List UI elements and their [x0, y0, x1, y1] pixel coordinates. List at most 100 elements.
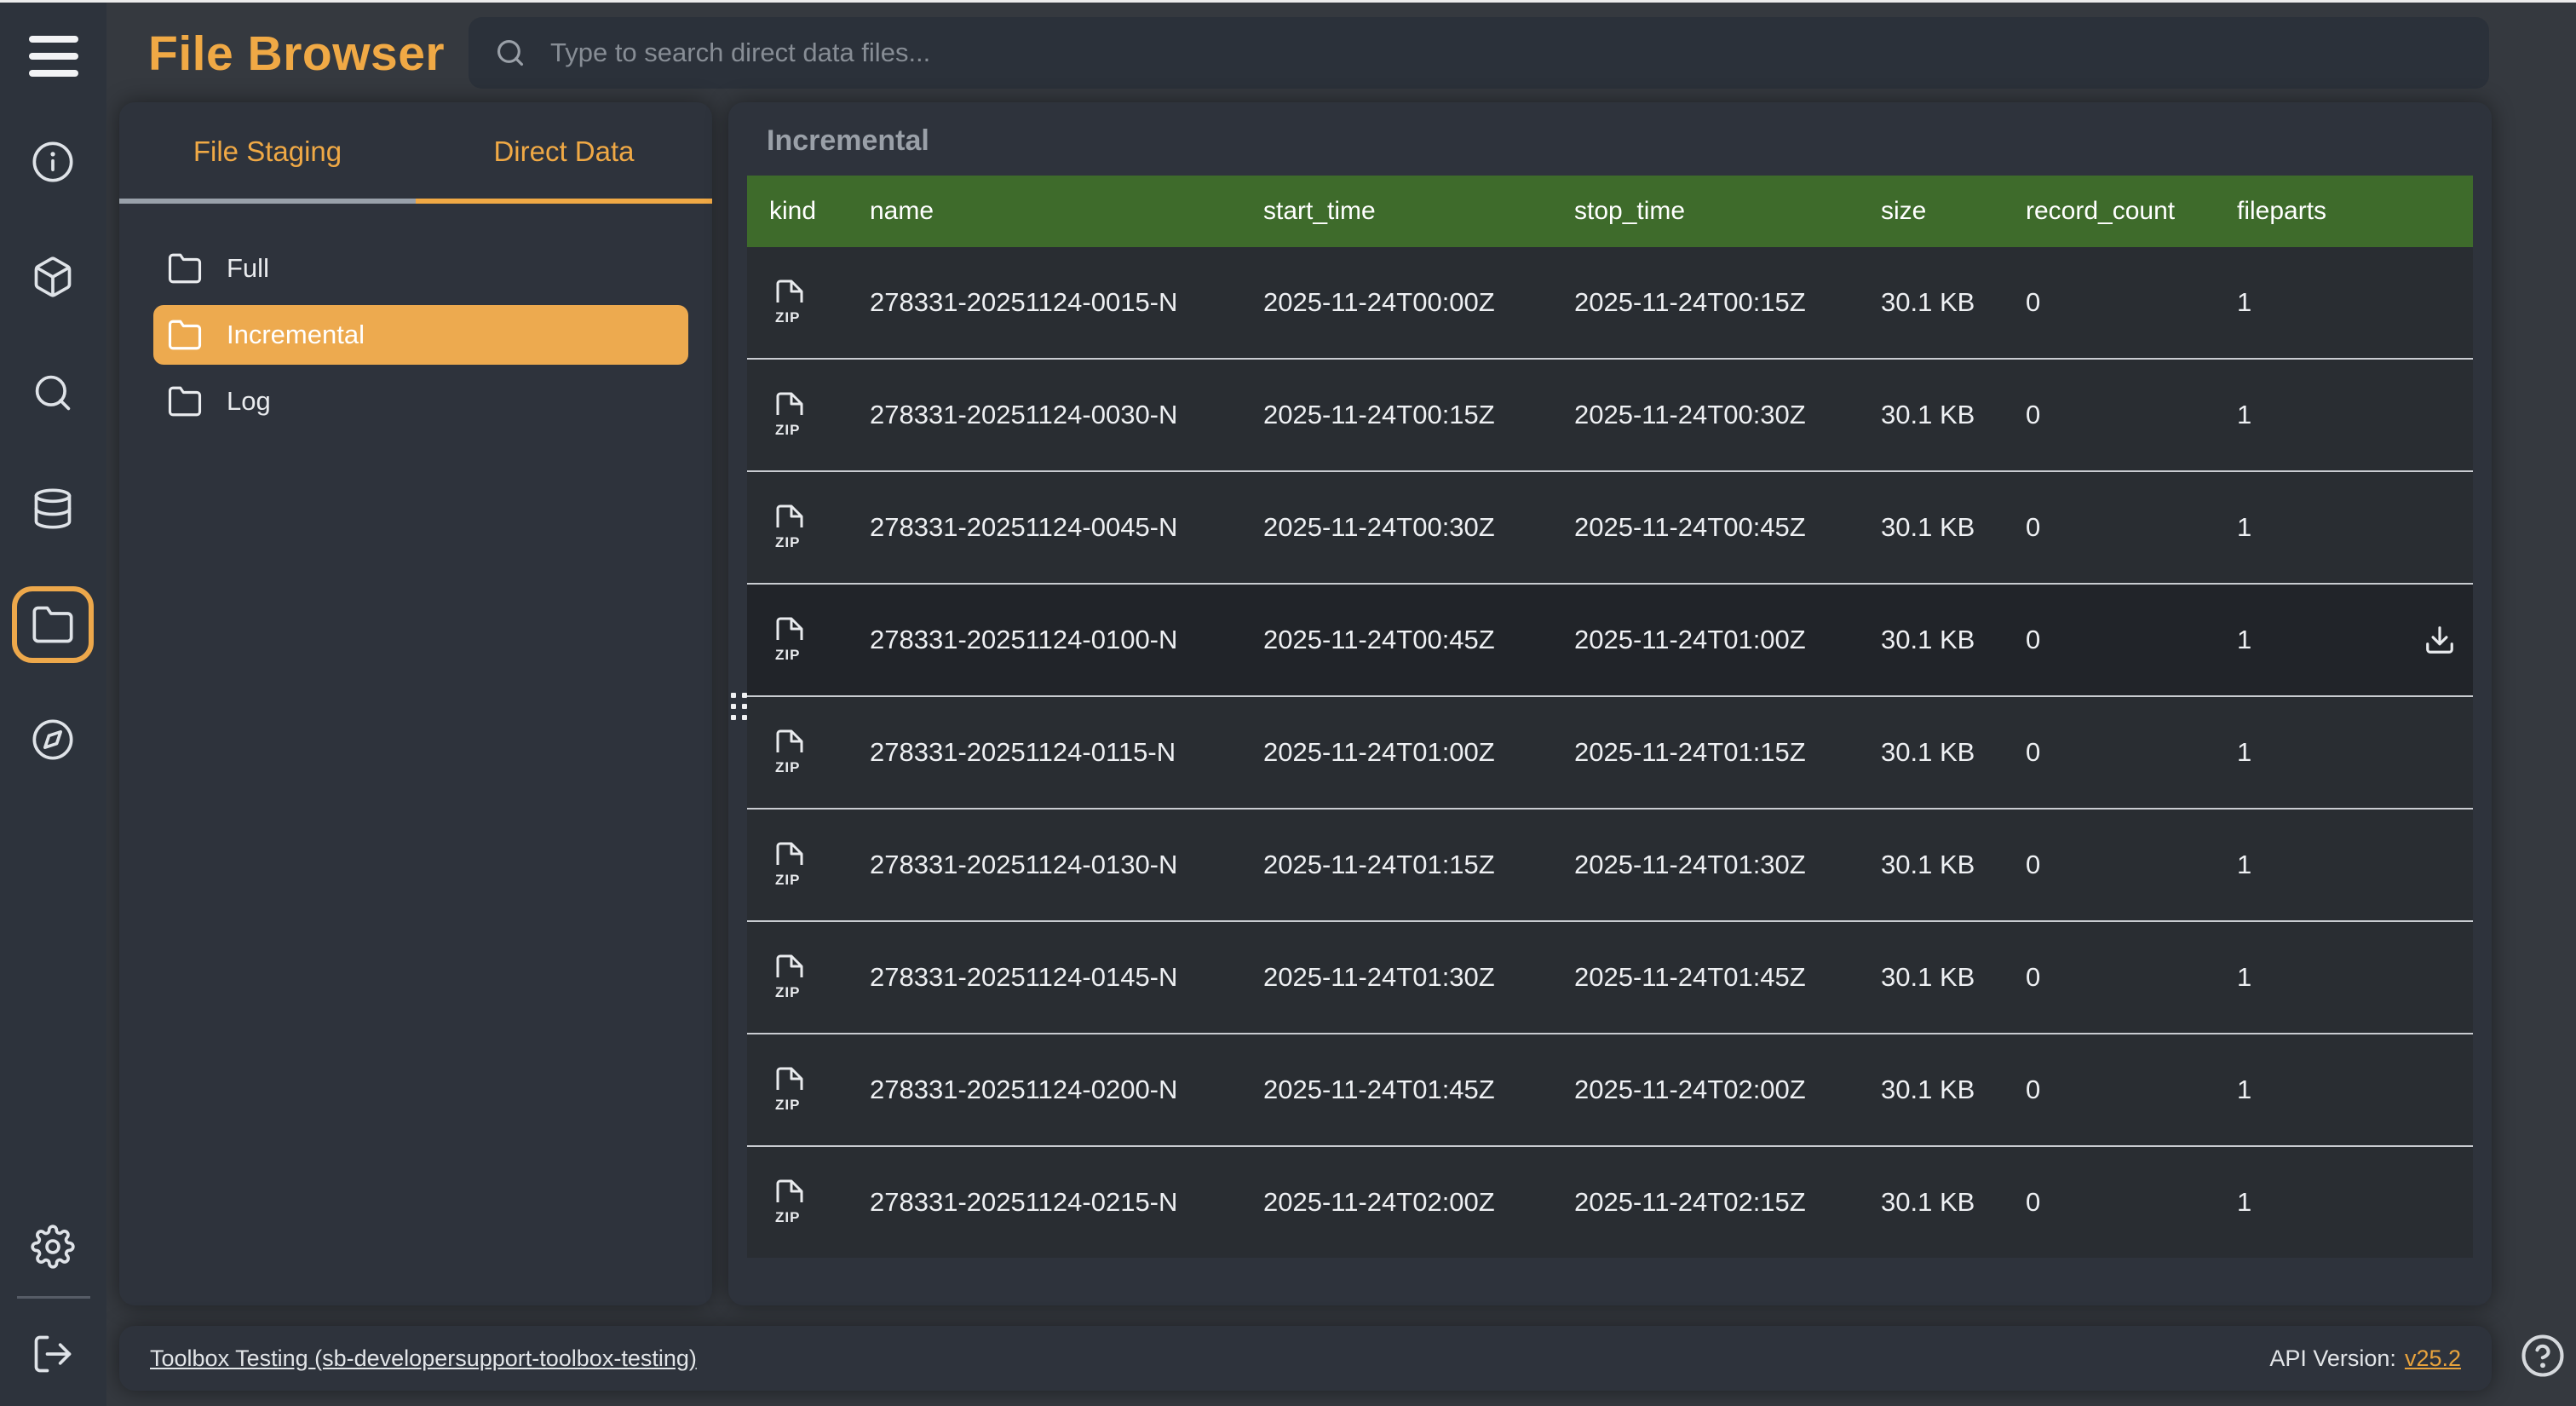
gear-icon[interactable] [31, 1224, 75, 1269]
tree-item-label: Full [227, 253, 269, 284]
tree-item[interactable]: Log [153, 372, 688, 431]
svg-text:ZIP: ZIP [775, 309, 800, 326]
svg-text:ZIP: ZIP [775, 422, 800, 438]
window-top-highlight [0, 0, 2576, 3]
folder-icon [167, 383, 203, 419]
stop-time-cell: 2025-11-24T00:45Z [1552, 512, 1859, 543]
table-row[interactable]: ZIP 278331-20251124-0215-N 2025-11-24T02… [747, 1145, 2473, 1258]
logout-icon[interactable] [31, 1332, 75, 1376]
table-row[interactable]: ZIP 278331-20251124-0030-N 2025-11-24T00… [747, 358, 2473, 470]
zip-file-icon: ZIP [769, 277, 810, 328]
record-count-cell: 0 [2004, 962, 2215, 993]
tree-item-label: Log [227, 386, 271, 417]
download-button[interactable] [2424, 624, 2456, 656]
actions-cell [2368, 286, 2473, 319]
fileparts-cell: 1 [2215, 962, 2368, 993]
table-row[interactable]: ZIP 278331-20251124-0100-N 2025-11-24T00… [747, 583, 2473, 695]
tab-file-staging[interactable]: File Staging [119, 102, 416, 201]
table-row[interactable]: ZIP 278331-20251124-0015-N 2025-11-24T00… [747, 247, 2473, 358]
zip-file-icon: ZIP [769, 1064, 810, 1115]
column-header-start_time[interactable]: start_time [1241, 197, 1552, 226]
fileparts-cell: 1 [2215, 1075, 2368, 1105]
start-time-cell: 2025-11-24T02:00Z [1241, 1187, 1552, 1218]
tree-item[interactable]: Incremental [153, 305, 688, 365]
zip-file-icon: ZIP [769, 389, 810, 441]
stop-time-cell: 2025-11-24T02:00Z [1552, 1075, 1859, 1105]
name-cell: 278331-20251124-0015-N [848, 287, 1241, 318]
fileparts-cell: 1 [2215, 1187, 2368, 1218]
actions-cell [2368, 849, 2473, 881]
column-header-stop_time[interactable]: stop_time [1552, 197, 1859, 226]
zip-file-icon: ZIP [769, 839, 810, 890]
size-cell: 30.1 KB [1859, 400, 2004, 430]
fileparts-cell: 1 [2215, 512, 2368, 543]
footer-bar: Toolbox Testing (sb-developersupport-too… [119, 1326, 2492, 1391]
name-cell: 278331-20251124-0100-N [848, 625, 1241, 655]
column-header-fileparts[interactable]: fileparts [2215, 197, 2368, 226]
folder-nav-icon[interactable] [31, 602, 75, 647]
kind-cell: ZIP [747, 389, 848, 441]
help-icon[interactable] [2520, 1333, 2566, 1379]
table-row[interactable]: ZIP 278331-20251124-0200-N 2025-11-24T01… [747, 1033, 2473, 1145]
size-cell: 30.1 KB [1859, 850, 2004, 880]
stop-time-cell: 2025-11-24T02:15Z [1552, 1187, 1859, 1218]
file-list-panel: Incremental kindnamestart_timestop_times… [728, 102, 2492, 1305]
zip-file-icon: ZIP [769, 614, 810, 666]
panel-heading: Incremental [728, 102, 2492, 158]
tab-underline [119, 199, 712, 204]
info-icon[interactable] [31, 140, 75, 184]
column-header-kind[interactable]: kind [747, 197, 848, 226]
panel-resize-handle[interactable] [731, 693, 750, 734]
start-time-cell: 2025-11-24T01:45Z [1241, 1075, 1552, 1105]
column-header-size[interactable]: size [1859, 197, 2004, 226]
size-cell: 30.1 KB [1859, 1075, 2004, 1105]
tab-direct-data[interactable]: Direct Data [416, 102, 712, 201]
record-count-cell: 0 [2004, 625, 2215, 655]
record-count-cell: 0 [2004, 850, 2215, 880]
table-row[interactable]: ZIP 278331-20251124-0130-N 2025-11-24T01… [747, 808, 2473, 920]
record-count-cell: 0 [2004, 512, 2215, 543]
stop-time-cell: 2025-11-24T00:30Z [1552, 400, 1859, 430]
column-header-name[interactable]: name [848, 197, 1241, 226]
workspace-link[interactable]: Toolbox Testing (sb-developersupport-too… [150, 1345, 697, 1372]
table-row[interactable]: ZIP 278331-20251124-0145-N 2025-11-24T01… [747, 920, 2473, 1033]
start-time-cell: 2025-11-24T00:30Z [1241, 512, 1552, 543]
tree-item-label: Incremental [227, 320, 365, 350]
database-icon[interactable] [31, 487, 75, 531]
menu-icon[interactable] [29, 31, 78, 77]
name-cell: 278331-20251124-0130-N [848, 850, 1241, 880]
size-cell: 30.1 KB [1859, 287, 2004, 318]
size-cell: 30.1 KB [1859, 737, 2004, 768]
size-cell: 30.1 KB [1859, 1187, 2004, 1218]
name-cell: 278331-20251124-0030-N [848, 400, 1241, 430]
compass-icon[interactable] [31, 717, 75, 762]
api-version-link[interactable]: v25.2 [2405, 1345, 2461, 1372]
svg-text:ZIP: ZIP [775, 1097, 800, 1113]
search-input[interactable] [549, 37, 2489, 69]
svg-text:ZIP: ZIP [775, 984, 800, 1000]
svg-text:ZIP: ZIP [775, 872, 800, 888]
stop-time-cell: 2025-11-24T01:15Z [1552, 737, 1859, 768]
start-time-cell: 2025-11-24T01:00Z [1241, 737, 1552, 768]
record-count-cell: 0 [2004, 1187, 2215, 1218]
fileparts-cell: 1 [2215, 625, 2368, 655]
files-table: kindnamestart_timestop_timesizerecord_co… [747, 176, 2473, 1258]
fileparts-cell: 1 [2215, 737, 2368, 768]
kind-cell: ZIP [747, 952, 848, 1003]
zip-file-icon: ZIP [769, 502, 810, 553]
stop-time-cell: 2025-11-24T00:15Z [1552, 287, 1859, 318]
svg-text:ZIP: ZIP [775, 759, 800, 775]
search-nav-icon[interactable] [31, 371, 75, 415]
table-row[interactable]: ZIP 278331-20251124-0115-N 2025-11-24T01… [747, 695, 2473, 808]
zip-file-icon: ZIP [769, 1177, 810, 1228]
tree-item[interactable]: Full [153, 239, 688, 298]
name-cell: 278331-20251124-0045-N [848, 512, 1241, 543]
table-row[interactable]: ZIP 278331-20251124-0045-N 2025-11-24T00… [747, 470, 2473, 583]
package-icon[interactable] [31, 255, 75, 299]
table-body: ZIP 278331-20251124-0015-N 2025-11-24T00… [747, 247, 2473, 1258]
actions-cell [2368, 399, 2473, 431]
stop-time-cell: 2025-11-24T01:30Z [1552, 850, 1859, 880]
start-time-cell: 2025-11-24T01:30Z [1241, 962, 1552, 993]
column-header-record_count[interactable]: record_count [2004, 197, 2215, 226]
kind-cell: ZIP [747, 277, 848, 328]
